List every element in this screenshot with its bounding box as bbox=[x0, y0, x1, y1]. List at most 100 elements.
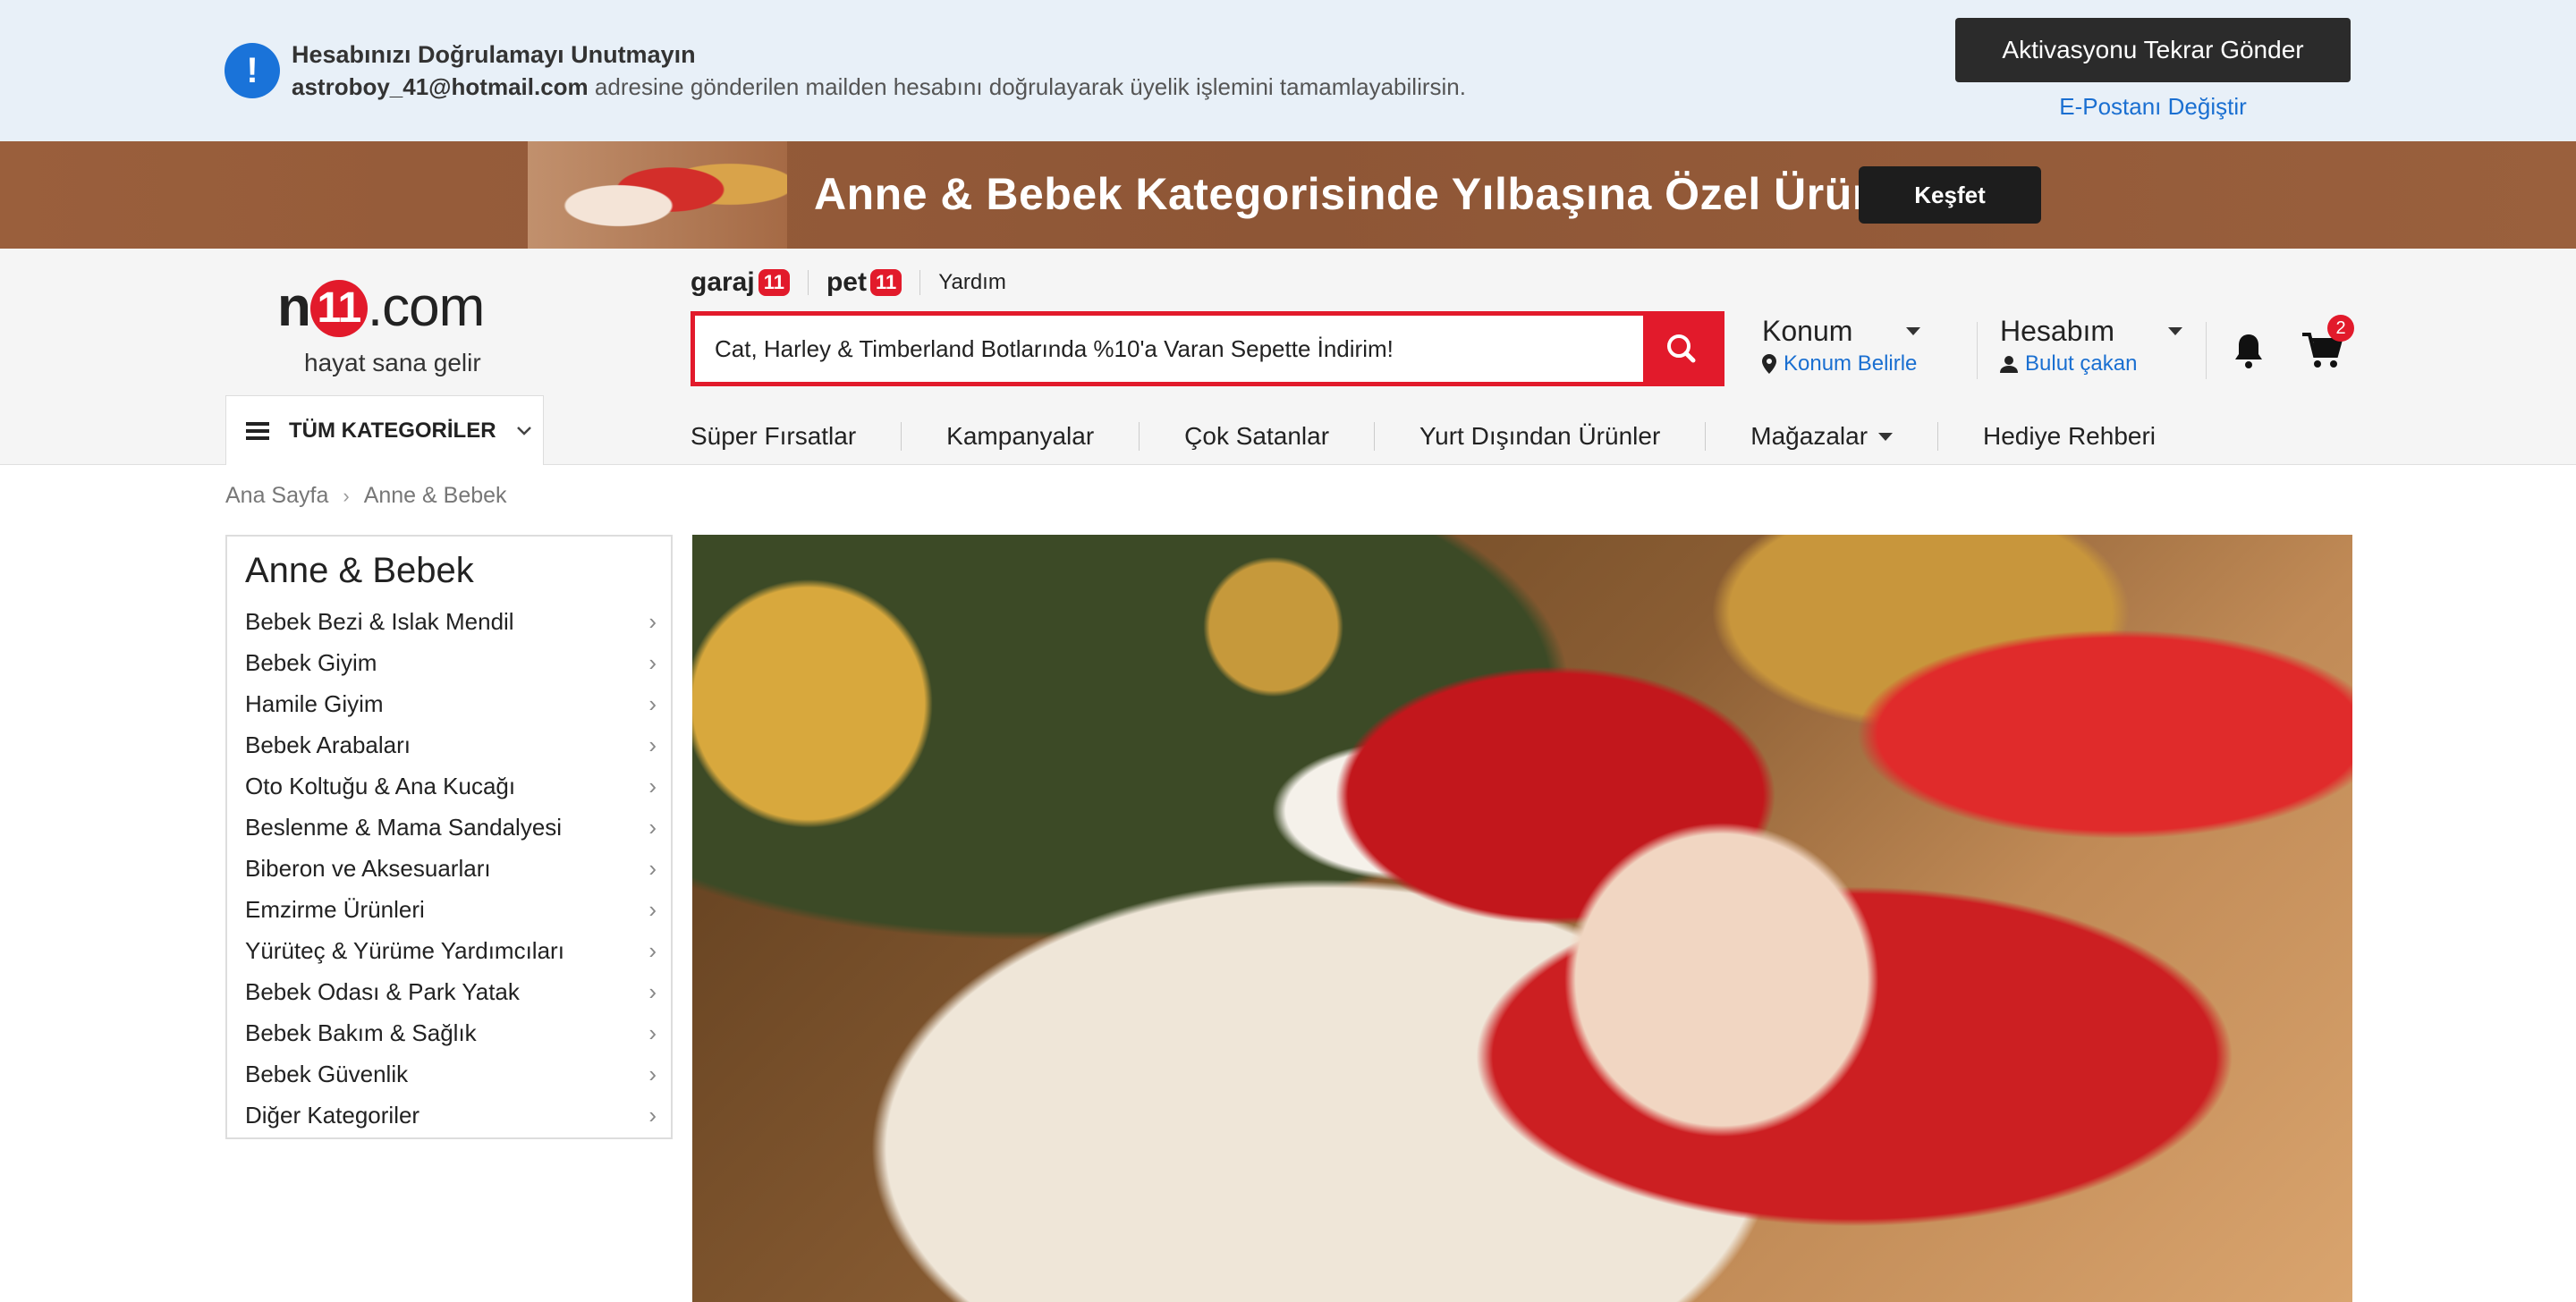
category-item[interactable]: Bebek Odası & Park Yatak › bbox=[245, 971, 657, 1012]
account-dropdown[interactable]: Hesabım Bulut çakan bbox=[2000, 315, 2188, 376]
logo-dotcom: .com bbox=[367, 276, 485, 338]
help-link[interactable]: Yardım bbox=[938, 270, 1006, 295]
promo-baby-image bbox=[528, 141, 787, 249]
map-pin-icon bbox=[1762, 354, 1776, 374]
chevron-down-icon bbox=[516, 426, 531, 435]
category-item[interactable]: Bebek Bezi & Islak Mendil › bbox=[245, 601, 657, 642]
category-label: Beslenme & Mama Sandalyesi bbox=[245, 813, 563, 841]
category-item[interactable]: Biberon ve Aksesuarları › bbox=[245, 848, 657, 889]
set-location-link[interactable]: Konum Belirle bbox=[1784, 351, 1917, 376]
pet11-link[interactable]: pet 11 bbox=[826, 267, 902, 298]
category-item[interactable]: Bebek Güvenlik › bbox=[245, 1053, 657, 1095]
category-item[interactable]: Beslenme & Mama Sandalyesi › bbox=[245, 807, 657, 848]
bell-icon[interactable] bbox=[2231, 331, 2267, 370]
chevron-right-icon: › bbox=[648, 1101, 657, 1129]
category-item[interactable]: Bebek Arabaları › bbox=[245, 724, 657, 765]
category-label: Bebek Bezi & Islak Mendil bbox=[245, 607, 514, 635]
chevron-right-icon: › bbox=[648, 895, 657, 923]
main-navigation: Süper Fırsatlar Kampanyalar Çok Satanlar… bbox=[691, 418, 2200, 454]
search-icon bbox=[1667, 334, 1696, 363]
verification-banner: ! Hesabınızı Doğrulamayı Unutmayın astro… bbox=[0, 0, 2576, 141]
chevron-right-icon: › bbox=[648, 772, 657, 799]
location-title: Konum bbox=[1762, 315, 1853, 347]
category-item[interactable]: Yürüteç & Yürüme Yardımcıları › bbox=[245, 930, 657, 971]
all-categories-label: TÜM KATEGORİLER bbox=[289, 418, 496, 443]
nav-international-products[interactable]: Yurt Dışından Ürünler bbox=[1374, 422, 1705, 451]
hamburger-menu-icon bbox=[246, 421, 269, 440]
chevron-right-icon: › bbox=[648, 689, 657, 717]
chevron-right-icon: › bbox=[648, 607, 657, 635]
chevron-right-icon: › bbox=[648, 936, 657, 964]
search-button[interactable] bbox=[1643, 316, 1720, 382]
nav-label: Kampanyalar bbox=[946, 422, 1095, 450]
verification-email: astroboy_41@hotmail.com bbox=[292, 73, 589, 100]
category-item[interactable]: Oto Koltuğu & Ana Kucağı › bbox=[245, 765, 657, 807]
all-categories-button[interactable]: TÜM KATEGORİLER bbox=[225, 395, 544, 465]
ladybug-icon: 11 bbox=[309, 280, 368, 337]
category-item[interactable]: Hamile Giyim › bbox=[245, 683, 657, 724]
category-item[interactable]: Emzirme Ürünleri › bbox=[245, 889, 657, 930]
paw-icon: 11 bbox=[869, 269, 902, 296]
chevron-right-icon: › bbox=[343, 484, 350, 507]
category-label: Diğer Kategoriler bbox=[245, 1101, 420, 1129]
chevron-right-icon: › bbox=[648, 1019, 657, 1046]
verification-message-text: adresine gönderilen mailden hesabını doğ… bbox=[594, 73, 1466, 100]
garaj11-link[interactable]: garaj 11 bbox=[691, 267, 790, 298]
nav-label: Hediye Rehberi bbox=[1983, 422, 2157, 450]
verification-message: astroboy_41@hotmail.com adresine gönderi… bbox=[292, 73, 1466, 101]
category-label: Hamile Giyim bbox=[245, 689, 384, 717]
hero-banner-image[interactable] bbox=[692, 535, 2352, 1302]
nav-best-sellers[interactable]: Çok Satanlar bbox=[1139, 422, 1374, 451]
category-label: Bebek Odası & Park Yatak bbox=[245, 977, 520, 1005]
chevron-right-icon: › bbox=[648, 1060, 657, 1087]
category-label: Bebek Güvenlik bbox=[245, 1060, 409, 1087]
nav-label: Yurt Dışından Ürünler bbox=[1419, 422, 1661, 450]
chevron-right-icon: › bbox=[648, 977, 657, 1005]
logo-tagline: hayat sana gelir bbox=[304, 349, 481, 376]
promo-discover-button[interactable]: Keşfet bbox=[1859, 166, 2041, 224]
garaj-badge: 11 bbox=[758, 269, 790, 296]
account-username[interactable]: Bulut çakan bbox=[2025, 351, 2137, 376]
nav-super-deals[interactable]: Süper Fırsatlar bbox=[691, 422, 901, 451]
header-divider bbox=[2206, 322, 2207, 379]
category-label: Bebek Bakım & Sağlık bbox=[245, 1019, 477, 1046]
chevron-right-icon: › bbox=[648, 813, 657, 841]
category-item[interactable]: Diğer Kategoriler › bbox=[245, 1095, 657, 1136]
location-dropdown[interactable]: Konum Konum Belirle bbox=[1762, 315, 1950, 376]
category-item[interactable]: Bebek Giyim › bbox=[245, 642, 657, 683]
subnav-divider bbox=[919, 270, 921, 295]
category-label: Bebek Arabaları bbox=[245, 731, 411, 758]
caret-down-icon bbox=[2168, 327, 2183, 335]
chevron-right-icon: › bbox=[648, 648, 657, 676]
resend-activation-button[interactable]: Aktivasyonu Tekrar Gönder bbox=[1955, 18, 2351, 82]
breadcrumb-home[interactable]: Ana Sayfa bbox=[225, 483, 328, 509]
category-label: Bebek Giyim bbox=[245, 648, 377, 676]
chevron-right-icon: › bbox=[648, 854, 657, 882]
nav-label: Çok Satanlar bbox=[1184, 422, 1330, 450]
nav-campaigns[interactable]: Kampanyalar bbox=[901, 422, 1139, 451]
exclamation-icon: ! bbox=[225, 43, 280, 98]
change-email-link[interactable]: E-Postanı Değiştir bbox=[1955, 93, 2351, 121]
nav-stores[interactable]: Mağazalar bbox=[1705, 422, 1937, 451]
category-label: Emzirme Ürünleri bbox=[245, 895, 425, 923]
account-title: Hesabım bbox=[2000, 315, 2115, 347]
chevron-right-icon: › bbox=[648, 731, 657, 758]
category-label: Oto Koltuğu & Ana Kucağı bbox=[245, 772, 516, 799]
n11-logo[interactable]: n 11 .com hayat sana gelir bbox=[277, 266, 510, 376]
search-bar bbox=[691, 311, 1724, 386]
caret-down-icon bbox=[1878, 432, 1894, 441]
breadcrumb: Ana Sayfa › Anne & Bebek bbox=[225, 483, 507, 509]
sidebar-title: Anne & Bebek bbox=[245, 551, 474, 590]
promo-banner[interactable]: Anne & Bebek Kategorisinde Yılbaşına Öze… bbox=[0, 141, 2576, 249]
nav-label: Mağazalar bbox=[1750, 422, 1868, 450]
nav-gift-guide[interactable]: Hediye Rehberi bbox=[1937, 422, 2200, 451]
subnav-divider bbox=[807, 270, 809, 295]
verification-title: Hesabınızı Doğrulamayı Unutmayın bbox=[292, 41, 696, 68]
user-icon bbox=[2000, 356, 2018, 373]
category-item[interactable]: Bebek Bakım & Sağlık › bbox=[245, 1012, 657, 1053]
promo-text: Anne & Bebek Kategorisinde Yılbaşına Öze… bbox=[814, 169, 1936, 219]
search-input[interactable] bbox=[695, 316, 1643, 382]
sub-navigation: garaj 11 pet 11 Yardım bbox=[691, 265, 1006, 300]
category-label: Biberon ve Aksesuarları bbox=[245, 854, 491, 882]
nav-label: Süper Fırsatlar bbox=[691, 422, 857, 450]
